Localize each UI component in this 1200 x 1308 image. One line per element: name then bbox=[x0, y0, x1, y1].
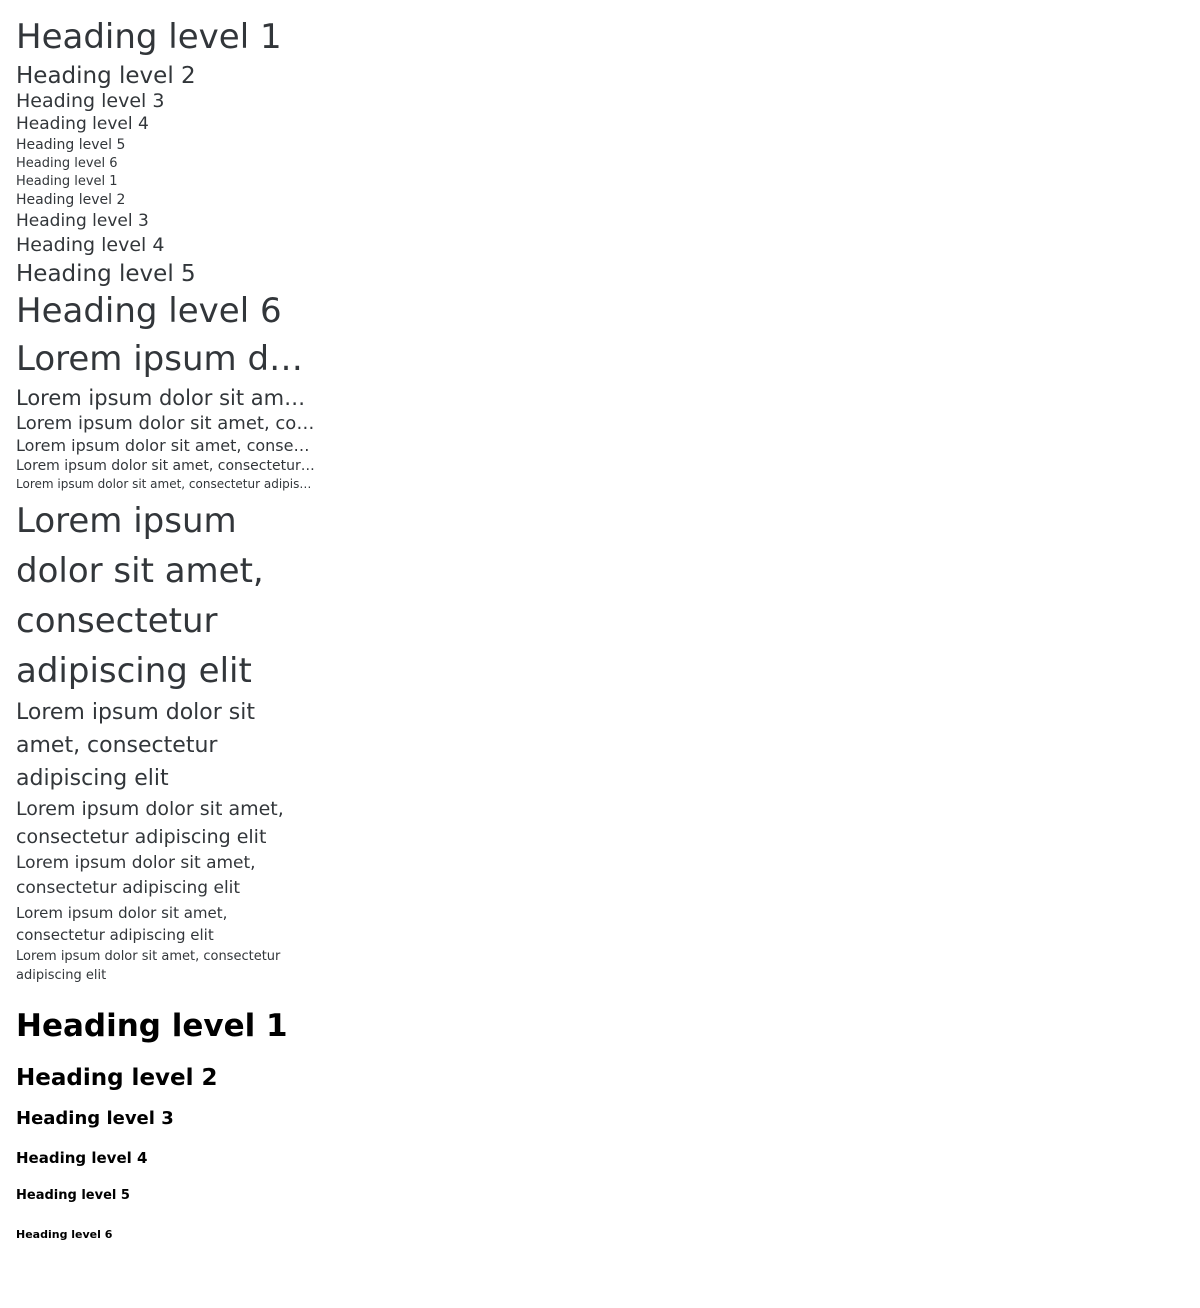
bold-headings-section: Heading level 1 Heading level 2 Heading … bbox=[16, 1007, 316, 1242]
bold-heading-3: Heading level 3 bbox=[16, 1108, 174, 1130]
title-level-3: Heading level 3 bbox=[16, 90, 165, 113]
mixed-title-6: Heading level 6 bbox=[16, 290, 282, 331]
page-content: Heading level 1 Heading level 2 Heading … bbox=[0, 0, 332, 1242]
wrapping-title-6: Lorem ipsum dolor sit amet, consectetur … bbox=[16, 948, 281, 983]
wrapping-title-5: Lorem ipsum dolor sit amet, consectetur … bbox=[16, 903, 228, 944]
bold-heading-4: Heading level 4 bbox=[16, 1148, 148, 1167]
title-level-6: Heading level 6 bbox=[16, 155, 118, 171]
wrapping-title-3: Lorem ipsum dolor sit amet, consectetur … bbox=[16, 797, 284, 848]
title-level-4: Heading level 4 bbox=[16, 114, 149, 134]
wrapping-titles-section: Lorem ipsum dolor sit amet, consectetur … bbox=[16, 496, 316, 985]
mixed-title-3: Heading level 3 bbox=[16, 210, 149, 231]
bold-heading-5: Heading level 5 bbox=[16, 1187, 130, 1203]
truncated-title-6: Lorem ipsum dolor sit amet, consectetur … bbox=[16, 476, 316, 491]
truncated-title-4: Lorem ipsum dolor sit amet, consectetur … bbox=[16, 436, 316, 456]
mixed-title-2: Heading level 2 bbox=[16, 192, 126, 209]
title-level-1: Heading level 1 bbox=[16, 17, 282, 57]
bold-heading-1: Heading level 1 bbox=[16, 1007, 288, 1044]
bold-heading-6: Heading level 6 bbox=[16, 1227, 113, 1241]
title-level-5: Heading level 5 bbox=[16, 137, 126, 154]
bold-heading-2: Heading level 2 bbox=[16, 1064, 218, 1091]
truncated-titles-section: Lorem ipsum dolor sit amet, consectetur … bbox=[16, 338, 316, 492]
truncated-title-1: Lorem ipsum dolor sit amet, consectetur … bbox=[16, 339, 316, 379]
mixed-title-5: Heading level 5 bbox=[16, 260, 196, 287]
default-titles-section: Heading level 1 Heading level 2 Heading … bbox=[16, 16, 316, 172]
truncated-title-2: Lorem ipsum dolor sit amet, consectetur … bbox=[16, 385, 316, 410]
wrapping-title-4: Lorem ipsum dolor sit amet, consectetur … bbox=[16, 852, 256, 898]
mixed-title-1: Heading level 1 bbox=[16, 174, 118, 189]
wrapping-title-1: Lorem ipsum dolor sit amet, consectetur … bbox=[16, 500, 264, 691]
title-level-2: Heading level 2 bbox=[16, 62, 196, 89]
mixed-titles-section: Heading level 1 Heading level 2 Heading … bbox=[16, 174, 316, 332]
truncated-title-5: Lorem ipsum dolor sit amet, consectetur … bbox=[16, 458, 316, 475]
wrapping-title-2: Lorem ipsum dolor sit amet, consectetur … bbox=[16, 699, 255, 791]
mixed-title-4: Heading level 4 bbox=[16, 234, 165, 256]
truncated-title-3: Lorem ipsum dolor sit amet, consectetur … bbox=[16, 412, 316, 434]
